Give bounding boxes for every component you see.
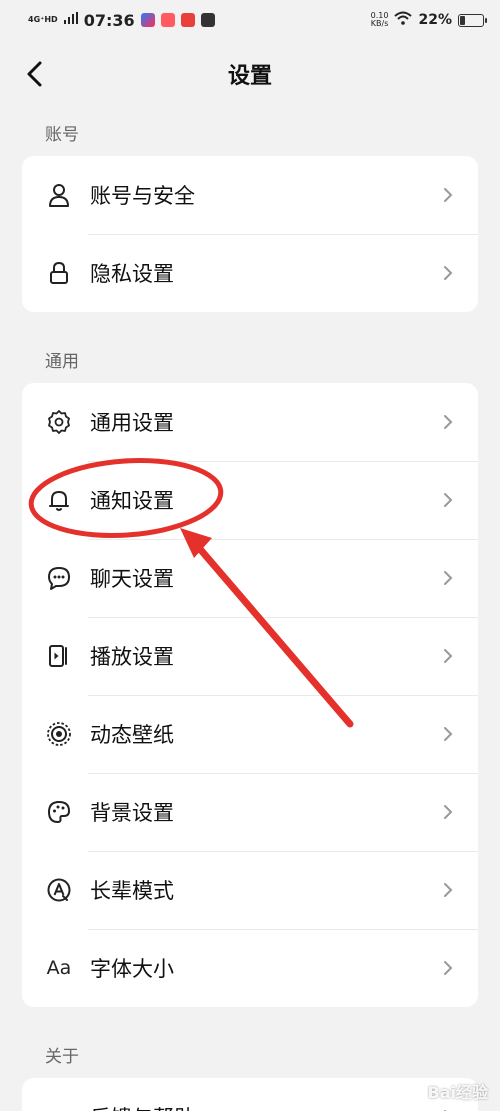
baidu-jingyan-watermark: Bai经验 (428, 1079, 488, 1103)
settings-row-chat[interactable]: 聊天设置 (22, 539, 478, 617)
header: 设置 (0, 44, 500, 104)
chevron-right-icon (438, 490, 458, 510)
chevron-left-icon (27, 61, 42, 87)
chevron-right-icon (438, 802, 458, 822)
play-settings-icon (44, 641, 74, 671)
row-label: 动态壁纸 (90, 723, 174, 747)
player-app-icon (200, 13, 215, 27)
settings-row-font-size[interactable]: Aa 字体大小 (22, 929, 478, 1007)
status-bar-right: 0.10 KB/s 22% (371, 11, 487, 29)
signal-icon (63, 12, 78, 28)
settings-row-notifications[interactable]: 通知设置 (22, 461, 478, 539)
chevron-right-icon (438, 880, 458, 900)
row-label: 隐私设置 (90, 262, 174, 286)
chevron-right-icon (438, 646, 458, 666)
chevron-right-icon (438, 568, 458, 588)
row-label: 长辈模式 (90, 879, 174, 903)
row-label: 播放设置 (90, 645, 174, 669)
settings-row-feedback-help[interactable]: 反馈与帮助 (22, 1078, 478, 1111)
row-label: 反馈与帮助 (90, 1102, 438, 1111)
chevron-right-icon (438, 724, 458, 744)
back-button[interactable] (18, 58, 50, 90)
watermark-text: Bai经验 (427, 1083, 488, 1102)
row-label: 通用设置 (90, 411, 174, 435)
chevron-right-icon (438, 412, 458, 432)
font-size-icon: Aa (44, 953, 74, 983)
settings-row-account-security[interactable]: 账号与安全 (22, 156, 478, 234)
row-label: 账号与安全 (90, 184, 195, 208)
chat-bubble-icon (44, 563, 74, 593)
lock-icon (44, 258, 74, 288)
page-title: 设置 (227, 64, 272, 89)
status-time: 07:36 (83, 10, 135, 30)
account-card: 账号与安全 隐私设置 (22, 156, 478, 312)
network-indicator: 4G⁺HD (28, 15, 58, 24)
elder-mode-icon (44, 875, 74, 905)
chevron-right-icon (438, 263, 458, 283)
live-wallpaper-icon (44, 719, 74, 749)
bell-icon (44, 485, 74, 515)
help-icon (44, 1102, 74, 1111)
gear-icon (44, 407, 74, 437)
settings-row-playback[interactable]: 播放设置 (22, 617, 478, 695)
row-label: 字体大小 (90, 957, 174, 981)
settings-row-general[interactable]: 通用设置 (22, 383, 478, 461)
font-size-icon-text: Aa (46, 957, 72, 979)
battery-icon (458, 13, 487, 27)
general-card: 通用设置 通知设置 聊天设置 播放设置 动态壁纸 背景设置 长辈模式 Aa 字体… (22, 383, 478, 1007)
chevron-right-icon (438, 958, 458, 978)
chevron-right-icon (438, 1107, 458, 1111)
user-icon (44, 180, 74, 210)
settings-row-privacy[interactable]: 隐私设置 (22, 234, 478, 312)
section-label-general: 通用 (45, 352, 79, 372)
row-label: 聊天设置 (90, 567, 174, 591)
row-label: 背景设置 (90, 801, 174, 825)
status-bar: 4G⁺HD 07:36 0.10 KB/s 22% (0, 0, 500, 40)
about-card: 反馈与帮助 (22, 1078, 478, 1111)
network-speed-unit: KB/s (370, 19, 389, 28)
section-label-account: 账号 (45, 125, 79, 145)
status-bar-left: 4G⁺HD 07:36 (28, 11, 215, 30)
section-label-about: 关于 (45, 1047, 79, 1067)
battery-percentage: 22% (418, 12, 452, 28)
news-app-icon (180, 13, 195, 27)
settings-row-elder-mode[interactable]: 长辈模式 (22, 851, 478, 929)
network-speed: 0.10 KB/s (371, 12, 389, 28)
palette-icon (44, 797, 74, 827)
chevron-right-icon (438, 185, 458, 205)
settings-row-live-wallpaper[interactable]: 动态壁纸 (22, 695, 478, 773)
row-label: 通知设置 (90, 489, 174, 513)
video-app-icon (160, 13, 175, 27)
app-notification-icon (140, 13, 155, 27)
settings-row-background[interactable]: 背景设置 (22, 773, 478, 851)
wifi-icon (394, 11, 413, 29)
